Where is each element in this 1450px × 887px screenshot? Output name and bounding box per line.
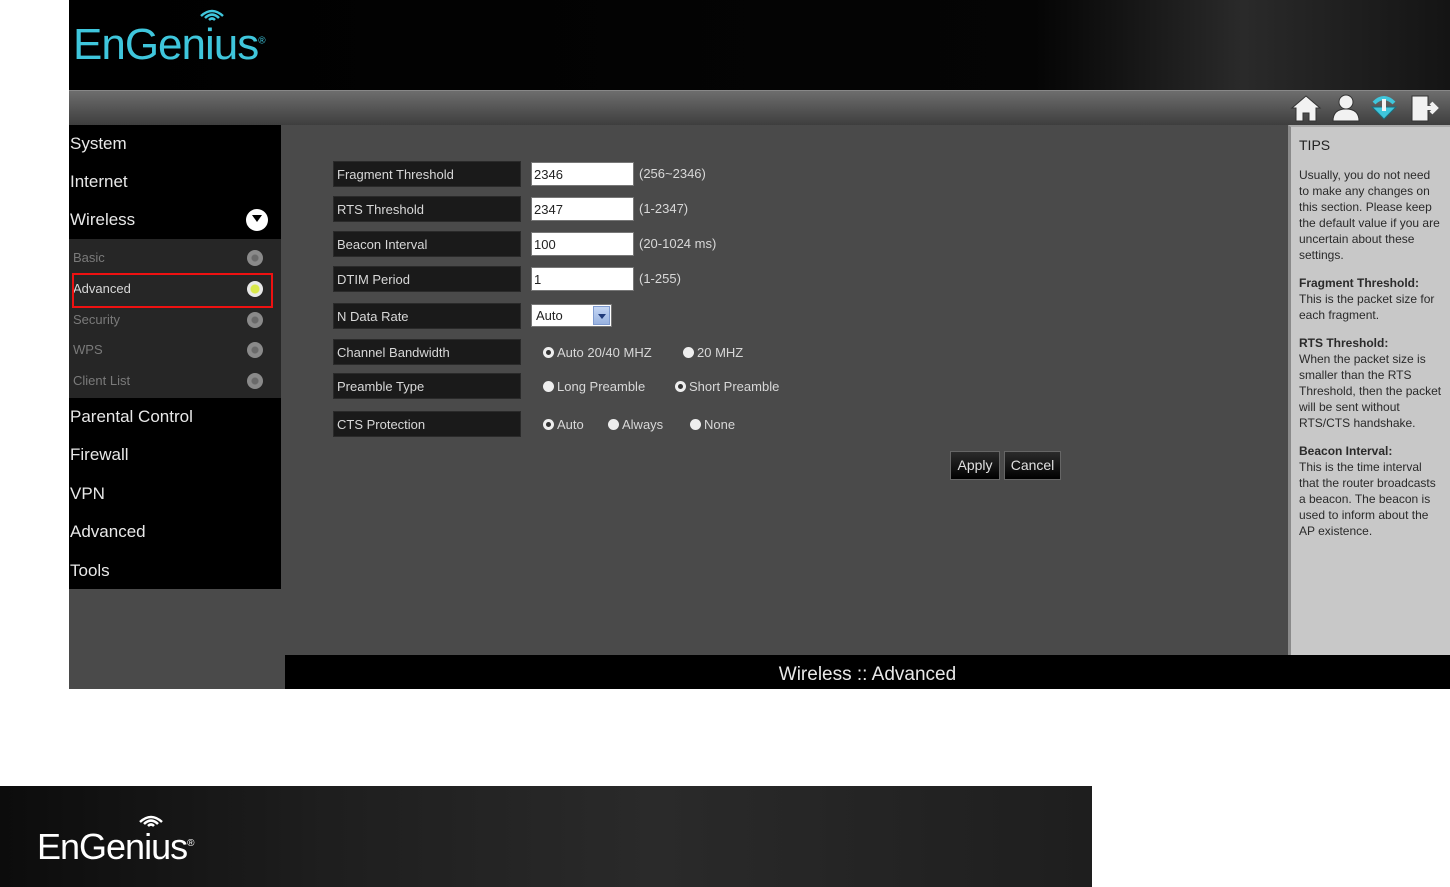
sidebar-nav: System Internet Wireless Basic Advanced … [69,125,281,589]
sidebar-item-parental-control[interactable]: Parental Control [69,398,281,436]
channel-auto-radio[interactable]: Auto 20/40 MHZ [543,345,652,360]
engenius-logo: EnGen ius® [73,9,266,70]
field-label: N Data Rate [333,303,521,329]
sidebar-subitem-wps[interactable]: WPS [69,335,281,365]
wireless-submenu: Basic Advanced Security WPS Client List [69,239,281,398]
sidebar-item-advanced[interactable]: Advanced [69,513,281,551]
page-breadcrumb: Wireless :: Advanced [778,664,957,685]
chevron-down-icon [246,209,268,231]
footer-banner: EnGen ius® [0,786,1092,887]
dtim-period-input[interactable] [531,267,634,291]
wifi-icon [139,815,163,827]
logout-icon[interactable] [1408,93,1440,123]
field-label: Fragment Threshold [333,161,521,187]
engenius-logo: EnGen ius® [37,815,195,868]
radio-selected-icon [543,419,554,430]
main-content: Fragment Threshold (256~2346) RTS Thresh… [281,125,1288,655]
radio-selected-icon [675,381,686,392]
sidebar-subitem-client-list[interactable]: Client List [69,366,281,396]
cts-none-radio[interactable]: None [690,417,735,432]
sidebar-subitem-basic[interactable]: Basic [69,243,281,273]
beacon-interval-input[interactable] [531,232,634,256]
bullet-icon [247,250,263,266]
status-bar: Wireless :: Advanced [285,655,1450,689]
bullet-icon [247,312,263,328]
sidebar-item-firewall[interactable]: Firewall [69,436,281,474]
radio-icon [683,347,694,358]
tips-title: TIPS [1299,137,1331,153]
preamble-short-radio[interactable]: Short Preamble [675,379,779,394]
sidebar-subitem-security[interactable]: Security [69,305,281,335]
tip-body: When the packet size is smaller than the… [1299,352,1442,430]
radio-icon [608,419,619,430]
radio-icon [543,381,554,392]
chevron-down-icon[interactable] [593,306,610,325]
bullet-icon [247,342,263,358]
home-icon[interactable] [1290,93,1322,123]
cancel-button[interactable]: Cancel [1004,451,1061,480]
sidebar-item-internet[interactable]: Internet [69,163,281,201]
header: EnGen ius® [69,0,1450,90]
field-hint: (20-1024 ms) [639,236,717,251]
field-label: RTS Threshold [333,196,521,222]
user-icon[interactable] [1330,93,1362,123]
n-data-rate-select[interactable]: Auto [531,304,612,327]
radio-selected-icon [543,347,554,358]
sidebar-item-tools[interactable]: Tools [69,552,281,590]
tip-body: This is the packet size for each fragmen… [1299,292,1435,322]
tip-body: This is the time interval that the route… [1299,460,1436,538]
cts-auto-radio[interactable]: Auto [543,417,584,432]
fragment-threshold-input[interactable] [531,162,634,186]
field-label: Preamble Type [333,373,521,399]
router-ui: EnGen ius® System Internet Wireless Basi… [69,0,1450,689]
field-label: Channel Bandwidth [333,339,521,365]
field-label: CTS Protection [333,411,521,437]
bullet-icon [247,281,263,297]
field-hint: (1-255) [639,271,681,286]
tip-heading: Fragment Threshold: [1299,276,1420,290]
sidebar-item-vpn[interactable]: VPN [69,475,281,513]
cts-always-radio[interactable]: Always [608,417,663,432]
field-hint: (256~2346) [639,166,706,181]
sidebar-item-wireless[interactable]: Wireless [69,201,281,239]
channel-20mhz-radio[interactable]: 20 MHZ [683,345,743,360]
toolbar [69,90,1450,125]
rts-threshold-input[interactable] [531,197,634,221]
sidebar-item-system[interactable]: System [69,125,281,163]
update-icon[interactable] [1368,93,1400,123]
sidebar-subitem-advanced[interactable]: Advanced [69,274,281,304]
field-label: Beacon Interval [333,231,521,257]
radio-icon [690,419,701,430]
tip-heading: RTS Threshold: [1299,336,1389,350]
preamble-long-radio[interactable]: Long Preamble [543,379,645,394]
field-label: DTIM Period [333,266,521,292]
apply-button[interactable]: Apply [950,451,1000,480]
tips-intro: Usually, you do not need to make any cha… [1299,168,1440,262]
tips-panel: TIPS Usually, you do not need to make an… [1288,125,1450,655]
field-hint: (1-2347) [639,201,689,216]
tip-heading: Beacon Interval: [1299,444,1393,458]
wifi-icon [200,9,224,21]
bullet-icon [247,373,263,389]
